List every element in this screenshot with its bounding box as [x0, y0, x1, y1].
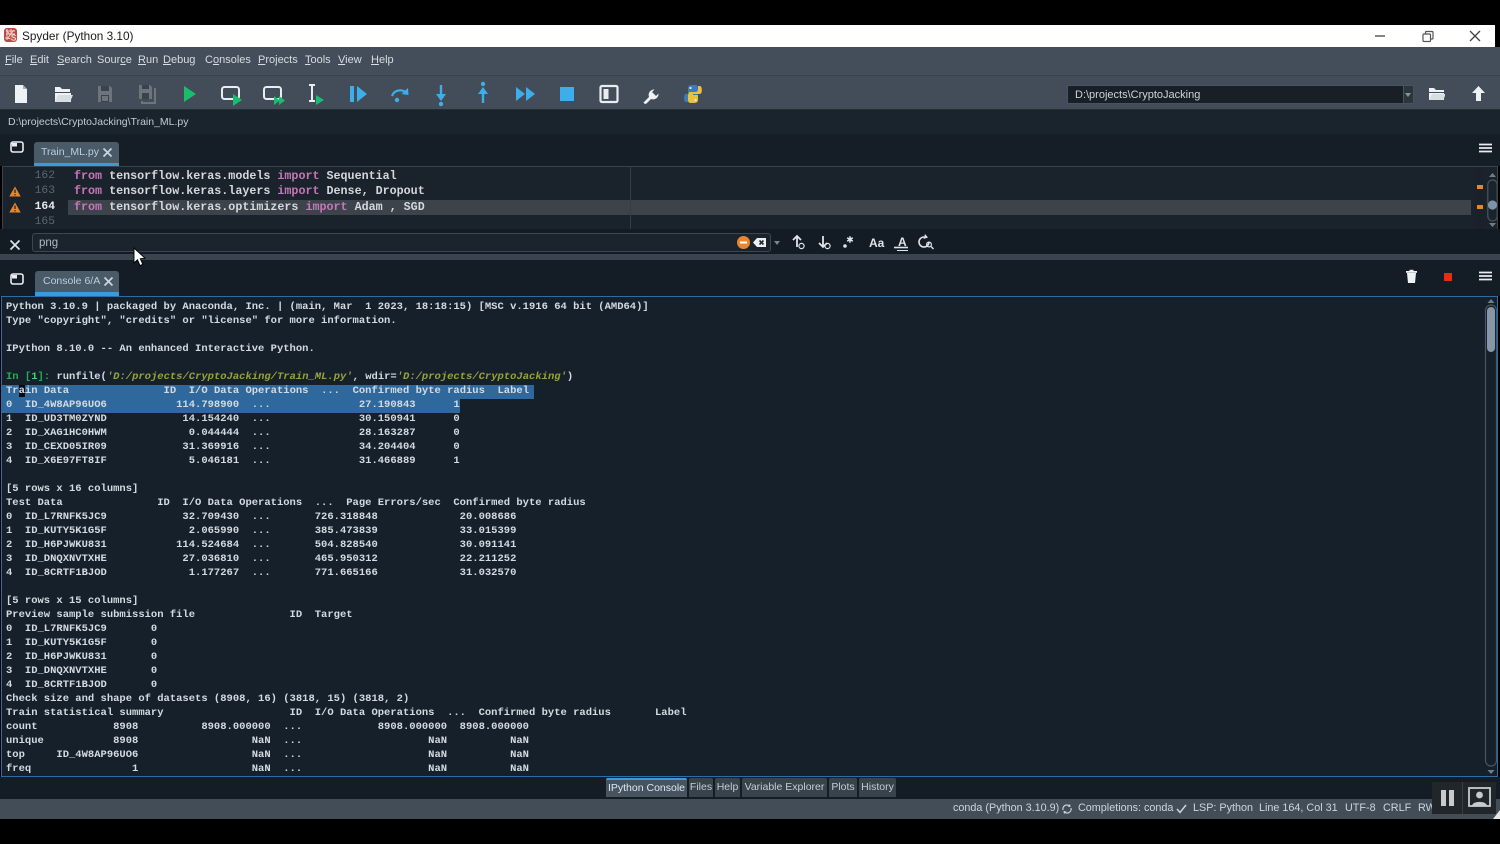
svg-text:S: S: [11, 34, 16, 43]
